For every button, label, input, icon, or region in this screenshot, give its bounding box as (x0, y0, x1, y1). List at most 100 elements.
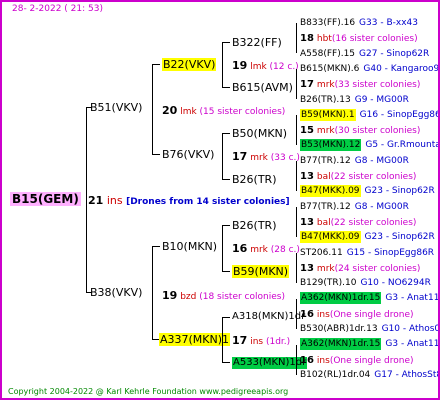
gen4-queen-code: G40 - Kangaroo98R (363, 63, 440, 74)
gen4-drone-note: (24 sister colonies) (334, 263, 421, 274)
connector-b22 (222, 42, 223, 87)
gen4-drone-ins: bal (316, 172, 331, 182)
gen4-queen[interactable]: B47(MKK).09 G23 - Sinop62R (300, 185, 435, 198)
gen4-queen-code: G17 - AthosSt80R (374, 369, 438, 380)
gen4-queen[interactable]: B77(TR).12 G8 - MG00R (300, 155, 409, 166)
gen4-drone-note: (22 sister colonies) (330, 172, 417, 182)
gen4-queen-name: A362(MKN)1dr.15 (300, 338, 382, 351)
num-b10: 16 (232, 242, 248, 255)
gen4-queen-name: B833(FF).16 (300, 18, 356, 28)
gen4-drone-ins: ins (316, 309, 330, 320)
gen4-queen-code: G10 - Athos00R (381, 324, 440, 334)
connector-a337-top (222, 317, 230, 318)
note-b22: (12 c.) (269, 62, 299, 72)
gen4-queen[interactable]: A362(MKN)1dr.15G3 - Anat11Q (300, 292, 440, 305)
queen-b615[interactable]: B615(AVM) (232, 82, 293, 93)
connector-b51-top (152, 64, 160, 65)
gen4-queen[interactable]: B615(MKN).6G40 - Kangaroo98R (300, 63, 440, 74)
connector-b51-bot (152, 154, 160, 155)
gen4-queen-name: B530(ABR)1dr.13 (300, 324, 378, 334)
connector-b50 (296, 115, 297, 145)
gen4-drone-num: 17 (300, 79, 314, 91)
root-num: 21 (88, 194, 104, 207)
queen-b22[interactable]: B22(VKV) (162, 58, 217, 71)
ins-b22: lmk (250, 62, 267, 72)
gen4-queen[interactable]: B102(RL)1dr.04G17 - AthosSt80R (300, 369, 438, 380)
gen4-queen-code: G23 - Sinop62R (364, 232, 435, 243)
drone-info-b76: 17 mrk (33 c.) (232, 151, 300, 163)
gen4-drone-note: (22 sister colonies) (330, 217, 417, 228)
note-b38: (18 sister colonies) (199, 292, 285, 302)
gen4-queen[interactable]: B53(MKN).12 G5 - Gr.Rmounta (300, 139, 438, 152)
note-a337: (1dr.) (265, 337, 291, 347)
drone-info-b51: 20 lmk (15 sister colonies) (162, 105, 285, 117)
gen4-drone-info: 13 bal(22 sister colonies) (300, 172, 416, 182)
gen4-queen-name: B47(MKK).09 (300, 231, 361, 244)
gen4-queen[interactable]: ST206.11 G15 - SinopEgg86R (300, 248, 434, 258)
queen-b51[interactable]: B51(VKV) (90, 102, 142, 113)
connector-b10-top (222, 225, 230, 226)
queen-a318[interactable]: A318(MKN)1dr (232, 312, 305, 322)
ins-b38: bzd (180, 292, 197, 302)
queen-b26-b[interactable]: B26(TR) (232, 220, 277, 231)
gen4-queen-name: B77(TR).12 (300, 201, 351, 212)
gen4-queen[interactable]: A558(FF).15 G27 - Sinop62R (300, 48, 430, 59)
num-b22: 19 (232, 59, 248, 72)
queen-b322[interactable]: B322(FF) (232, 37, 282, 48)
queen-b76[interactable]: B76(VKV) (162, 149, 214, 160)
gen4-drone-num: 16 (300, 354, 314, 366)
gen4-queen[interactable]: B77(TR).12 G8 - MG00R (300, 201, 409, 212)
drone-info-b22: 19 lmk (12 c.) (232, 60, 299, 72)
gen4-drone-info: 16 ins(One single drone) (300, 354, 414, 366)
gen4-drone-ins: mrk (316, 126, 335, 137)
gen4-queen-code: G27 - Sinop62R (359, 48, 430, 59)
gen4-queen[interactable]: B47(MKK).09 G23 - Sinop62R (300, 231, 435, 244)
connector-b76-top (222, 133, 230, 134)
gen4-drone-info: 13 bal(22 sister colonies) (300, 216, 417, 228)
connector-b26-a (296, 161, 297, 191)
gen4-drone-ins: hbt (316, 34, 332, 45)
drone-info-a337: 17 ins (1dr.) (232, 335, 290, 347)
gen4-queen[interactable]: B833(FF).16 G33 - B-xx43 (300, 19, 418, 28)
gen4-drone-info: 13 mrk(24 sister colonies) (300, 262, 421, 274)
copyright: Copyright 2004-2022 @ Karl Kehrle Founda… (8, 387, 289, 396)
connector-a533 (296, 345, 297, 375)
connector-b10-bot (222, 271, 230, 272)
gen4-queen-name: B129(TR).10 (300, 278, 357, 289)
gen4-queen-code: G3 - Anat11Q (385, 293, 440, 304)
gen4-queen-name: B77(TR).12 (300, 155, 351, 166)
connector-b38 (152, 246, 153, 339)
queen-b59[interactable]: B59(MKN) (232, 265, 290, 278)
gen4-drone-info: 15 mrk(30 sister colonies) (300, 126, 420, 136)
root-queen[interactable]: B15(GEM) (10, 192, 81, 206)
ins-a337: ins (250, 337, 264, 347)
ins-b10: mrk (250, 245, 268, 255)
queen-b26-a[interactable]: B26(TR) (232, 174, 277, 185)
queen-b38[interactable]: B38(VKV) (90, 287, 142, 298)
queen-a337[interactable]: A337(MKN)1 (159, 333, 231, 346)
queen-b10[interactable]: B10(MKN) (162, 241, 217, 252)
gen4-queen-name: A362(MKN)1dr.15 (300, 292, 382, 305)
connector-b26-b (296, 207, 297, 237)
num-b76: 17 (232, 150, 248, 163)
gen4-queen[interactable]: A362(MKN)1dr.15G3 - Anat11Q (300, 338, 440, 351)
gen4-queen[interactable]: B59(MKN).1 G16 - SinopEgg86R (300, 108, 438, 121)
root-note: [Drones from 14 sister colonies] (126, 197, 290, 207)
connector-b10 (222, 225, 223, 271)
gen4-queen-code: G9 - MG00R (354, 94, 409, 105)
gen4-queen-code: G10 - NO6294R (360, 278, 431, 289)
gen4-drone-num: 13 (300, 262, 314, 274)
gen4-queen-code: G3 - Anat11Q (385, 339, 440, 350)
queen-b50[interactable]: B50(MKN) (232, 128, 287, 139)
num-a337: 17 (232, 334, 248, 347)
gen4-drone-info: 16 ins(One single drone) (300, 309, 414, 320)
connector-root (86, 107, 87, 292)
gen4-queen[interactable]: B129(TR).10 G10 - NO6294R (300, 279, 431, 288)
gen4-drone-note: (One single drone) (329, 355, 414, 366)
gen4-queen-code: G23 - Sinop62R (364, 186, 435, 197)
gen4-queen[interactable]: B530(ABR)1dr.13G10 - Athos00R (300, 324, 440, 334)
gen4-queen-code: G8 - MG00R (354, 155, 409, 166)
gen4-drone-num: 13 (300, 216, 314, 228)
gen4-queen-name: B47(MKK).09 (300, 185, 361, 198)
gen4-queen[interactable]: B26(TR).13 G9 - MG00R (300, 94, 409, 105)
